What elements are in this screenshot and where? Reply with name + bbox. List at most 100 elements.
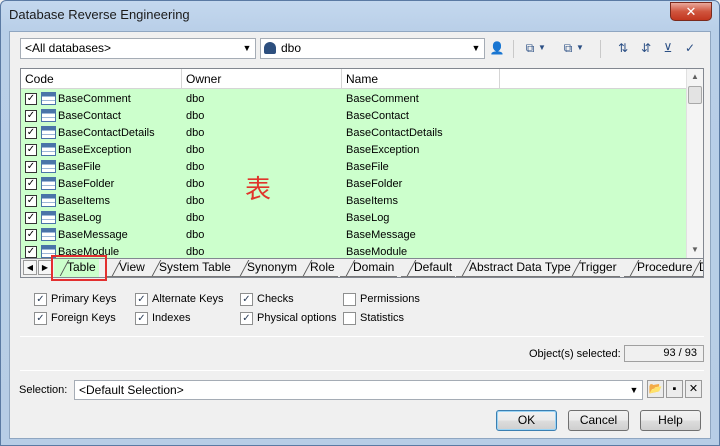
database-combo[interactable]: <All databases> ▼: [20, 38, 256, 59]
table-icon: [41, 126, 56, 139]
cell-owner: dbo: [186, 161, 205, 173]
sort-ascending-icon[interactable]: ⇅: [613, 38, 633, 58]
cell-code: BaseFolder: [58, 178, 115, 190]
cell-name: BaseMessage: [346, 229, 416, 241]
ok-button[interactable]: OK: [496, 410, 557, 431]
cell-owner: dbo: [186, 229, 205, 241]
option-label: Physical options: [257, 312, 337, 324]
chevron-down-icon[interactable]: ▼: [537, 38, 547, 58]
scrollbar-thumb[interactable]: [688, 86, 702, 104]
scroll-up-icon[interactable]: ▲: [687, 69, 703, 85]
cell-name: BaseFile: [346, 161, 389, 173]
option-foreign-keys[interactable]: ✓ Foreign Keys: [34, 312, 116, 326]
table-row[interactable]: ✓ BaseLog dbo BaseLog: [21, 210, 687, 227]
row-checkbox[interactable]: ✓: [25, 93, 37, 105]
table-icon: [41, 228, 56, 241]
cell-code: BaseFile: [58, 161, 101, 173]
row-checkbox[interactable]: ✓: [25, 212, 37, 224]
option-statistics[interactable]: Statistics: [343, 312, 404, 326]
option-indexes[interactable]: ✓ Indexes: [135, 312, 191, 326]
check-all-icon[interactable]: ✓: [680, 38, 700, 58]
row-checkbox[interactable]: ✓: [25, 178, 37, 190]
tab-abstract-data-type[interactable]: Abstract Data Type: [456, 259, 574, 277]
tab-system-table[interactable]: System Table: [146, 259, 234, 277]
database-combo-value: <All databases>: [25, 41, 112, 55]
table-icon: [41, 211, 56, 224]
column-header-code[interactable]: Code: [21, 69, 182, 89]
row-checkbox[interactable]: ✓: [25, 110, 37, 122]
tab-d[interactable]: D: [686, 259, 703, 277]
option-label: Checks: [257, 293, 294, 305]
open-folder-icon[interactable]: 📂: [647, 380, 664, 398]
scroll-down-icon[interactable]: ▼: [687, 242, 703, 258]
row-checkbox[interactable]: ✓: [25, 144, 37, 156]
row-checkbox[interactable]: ✓: [25, 161, 37, 173]
row-checkbox[interactable]: ✓: [25, 246, 37, 258]
chevron-down-icon: ▼: [242, 43, 252, 53]
table-row[interactable]: ✓ BaseContact dbo BaseContact: [21, 108, 687, 125]
table-row[interactable]: ✓ BaseContactDetails dbo BaseContactDetails: [21, 125, 687, 142]
save-icon[interactable]: ▪: [666, 380, 683, 398]
checkbox[interactable]: ✓: [135, 312, 148, 325]
checkbox[interactable]: ✓: [240, 312, 253, 325]
checkbox[interactable]: [343, 293, 356, 306]
sort-descending-icon[interactable]: ⇵: [636, 38, 656, 58]
table-row[interactable]: ✓ BaseFile dbo BaseFile: [21, 159, 687, 176]
option-label: Indexes: [152, 312, 191, 324]
highlight-box: [51, 255, 107, 281]
table-row[interactable]: ✓ BaseItems dbo BaseItems: [21, 193, 687, 210]
delete-icon[interactable]: ✕: [685, 380, 702, 398]
cell-owner: dbo: [186, 127, 205, 139]
row-checkbox[interactable]: ✓: [25, 195, 37, 207]
objects-selected-value: 93 / 93: [624, 345, 704, 362]
cell-name: BaseFolder: [346, 178, 403, 190]
table-row[interactable]: ✓ BaseModule dbo BaseModule: [21, 244, 687, 258]
table-row[interactable]: ✓ BaseFolder dbo BaseFolder: [21, 176, 687, 193]
checkbox[interactable]: ✓: [34, 312, 47, 325]
close-button[interactable]: ✕: [670, 2, 712, 21]
tab-scroll-right-icon[interactable]: ▶: [38, 260, 52, 275]
checkbox[interactable]: ✓: [135, 293, 148, 306]
chevron-down-icon[interactable]: ▼: [575, 38, 585, 58]
table-icon: [41, 92, 56, 105]
row-checkbox[interactable]: ✓: [25, 127, 37, 139]
option-checks[interactable]: ✓ Checks: [240, 293, 294, 307]
object-list[interactable]: Code Owner Name ✓ BaseComment dbo BaseComme…: [20, 68, 704, 259]
column-header-name[interactable]: Name: [342, 69, 500, 89]
table-row[interactable]: ✓ BaseComment dbo BaseComment: [21, 91, 687, 108]
selection-combo[interactable]: <Default Selection> ▼: [74, 380, 643, 400]
help-button[interactable]: Help: [640, 410, 701, 431]
column-header-owner[interactable]: Owner: [182, 69, 342, 89]
select-users-icon[interactable]: 👤: [487, 38, 507, 58]
checkbox[interactable]: [343, 312, 356, 325]
tab-domain[interactable]: Domain: [340, 259, 398, 277]
tab-synonym[interactable]: Synonym: [234, 259, 301, 277]
cancel-button[interactable]: Cancel: [568, 410, 629, 431]
tab-scroll-left-icon[interactable]: ◀: [23, 260, 37, 275]
owner-combo[interactable]: dbo ▼: [260, 38, 485, 59]
list-header: Code Owner Name: [21, 69, 687, 89]
table-row[interactable]: ✓ BaseException dbo BaseException: [21, 142, 687, 159]
row-checkbox[interactable]: ✓: [25, 229, 37, 241]
tab-default[interactable]: Default: [401, 259, 456, 277]
option-primary-keys[interactable]: ✓ Primary Keys: [34, 293, 116, 307]
checkbox[interactable]: ✓: [240, 293, 253, 306]
option-permissions[interactable]: Permissions: [343, 293, 420, 307]
cell-code: BaseComment: [58, 93, 131, 105]
option-physical-options[interactable]: ✓ Physical options: [240, 312, 337, 326]
cell-code: BaseException: [58, 144, 132, 156]
option-alternate-keys[interactable]: ✓ Alternate Keys: [135, 293, 224, 307]
vertical-scrollbar[interactable]: ▲ ▼: [686, 69, 703, 258]
tab-trigger[interactable]: Trigger: [566, 259, 620, 277]
tab-view[interactable]: View: [106, 259, 148, 277]
tab-role[interactable]: Role: [297, 259, 338, 277]
cell-owner: dbo: [186, 144, 205, 156]
option-label: Permissions: [360, 293, 420, 305]
table-icon: [41, 177, 56, 190]
table-row[interactable]: ✓ BaseMessage dbo BaseMessage: [21, 227, 687, 244]
table-icon: [41, 194, 56, 207]
selection-combo-value: <Default Selection>: [79, 383, 184, 397]
checkbox[interactable]: ✓: [34, 293, 47, 306]
filter-icon[interactable]: ⊻: [658, 38, 678, 58]
title-bar[interactable]: Database Reverse Engineering ✕: [1, 1, 719, 29]
